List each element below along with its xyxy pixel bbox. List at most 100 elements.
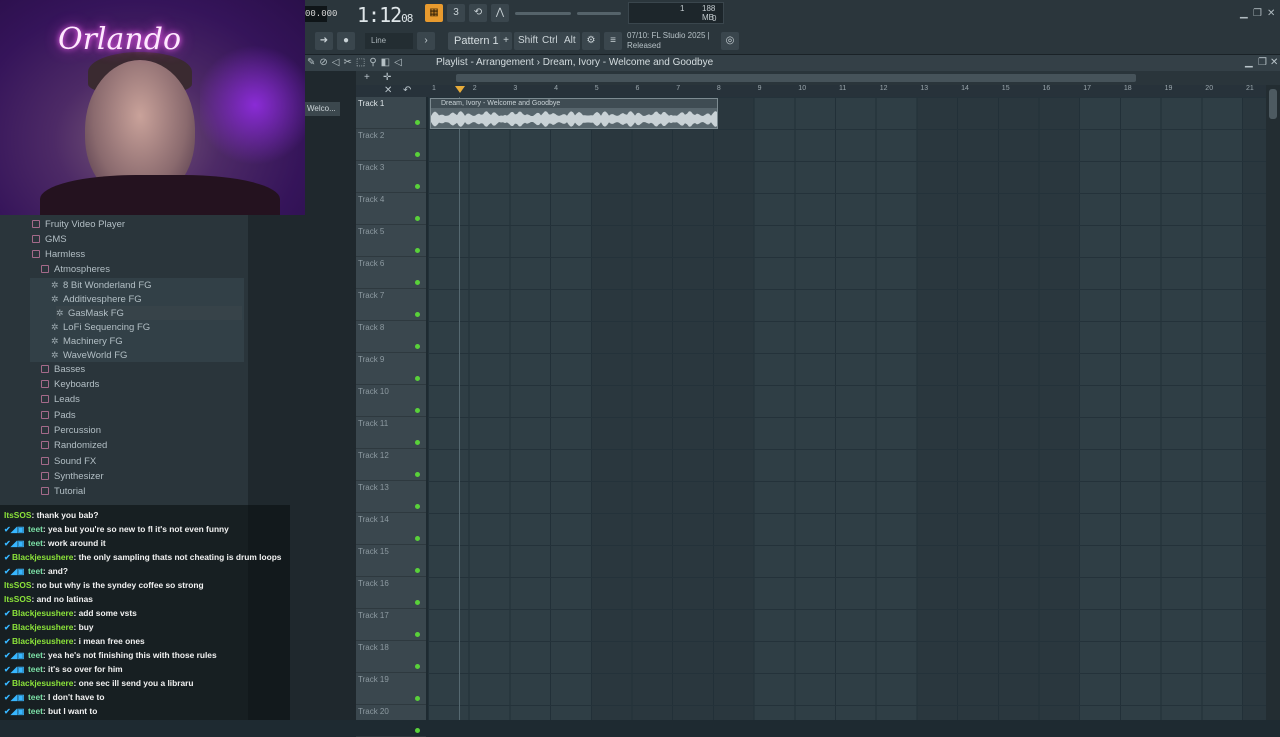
gear-icon[interactable]: ⚙ — [582, 32, 600, 50]
track-mute-led[interactable] — [415, 312, 420, 317]
chevron-right-icon[interactable]: › — [417, 32, 435, 50]
browser-preset[interactable]: ✲ Machinery FG — [51, 334, 123, 348]
song-position-marker[interactable] — [455, 86, 465, 93]
timeline-ruler[interactable]: 1 2 3 4 5 6 7 8 9 10 11 12 13 14 15 16 17 18 19 20 21 — [428, 85, 1266, 97]
track-mute-led[interactable] — [415, 664, 420, 669]
minimize-icon[interactable]: ▁ — [1245, 57, 1253, 68]
audio-clip[interactable]: Dream, Ivory - Welcome and Goodbye — [430, 98, 718, 129]
track-header[interactable]: Track 14 — [356, 513, 426, 545]
ctrl-key-button[interactable]: Ctrl — [538, 32, 562, 50]
track-header[interactable]: Track 17 — [356, 609, 426, 641]
track-mute-led[interactable] — [415, 472, 420, 477]
track-mute-led[interactable] — [415, 536, 420, 541]
loop-record-icon[interactable]: ⟲ — [469, 4, 487, 22]
track-mute-led[interactable] — [415, 696, 420, 701]
track-header[interactable]: Track 8 — [356, 321, 426, 353]
minimize-icon[interactable]: ▁ — [1240, 8, 1248, 19]
restore-icon[interactable]: ❐ — [1253, 8, 1262, 19]
track-mute-led[interactable] — [415, 248, 420, 253]
track-mute-led[interactable] — [415, 184, 420, 189]
track-header[interactable]: Track 6 — [356, 257, 426, 289]
metronome-icon[interactable]: ⋀ — [491, 4, 509, 22]
track-mute-led[interactable] — [415, 728, 420, 733]
tempo-display[interactable]: 00.000 — [305, 6, 337, 22]
play-tool-icon[interactable]: ◧ — [381, 57, 394, 68]
browser-item[interactable]: Keyboards — [41, 378, 99, 392]
track-header[interactable]: Track 3 — [356, 161, 426, 193]
countdown-icon[interactable]: 3 — [447, 4, 465, 22]
select-tool-icon[interactable]: ⬚ — [356, 57, 369, 68]
browser-item[interactable]: Harmless — [32, 248, 85, 262]
track-header[interactable]: Track 16 — [356, 577, 426, 609]
mic-icon[interactable]: ● — [337, 32, 355, 50]
track-mute-led[interactable] — [415, 504, 420, 509]
track-header[interactable]: Track 13 — [356, 481, 426, 513]
browser-item[interactable]: Fruity Video Player — [32, 218, 125, 232]
horizontal-scrollbar[interactable] — [456, 74, 1136, 82]
snap-icon[interactable]: ◁ — [394, 57, 406, 68]
track-header[interactable]: Track 2 — [356, 129, 426, 161]
track-header[interactable]: Track 20 — [356, 705, 426, 737]
browser-item[interactable]: Tutorial — [41, 485, 85, 499]
browser-item[interactable]: Percussion — [41, 424, 101, 438]
vertical-scrollbar[interactable] — [1266, 85, 1280, 720]
track-header[interactable]: Track 9 — [356, 353, 426, 385]
news-hint[interactable]: 07/10: FL Studio 2025 | Released — [627, 31, 710, 51]
browser-preset-selected[interactable]: ✲ GasMask FG — [56, 306, 242, 320]
close-icon[interactable]: ✕ — [1270, 57, 1278, 68]
add-pattern-icon[interactable]: + — [500, 32, 512, 50]
browser-item[interactable]: Basses — [41, 363, 85, 377]
song-position-clock[interactable]: 1:1208 — [357, 3, 413, 27]
crosshair-icon[interactable]: ✛ — [383, 72, 391, 83]
track-header[interactable]: Track 12 — [356, 449, 426, 481]
track-header[interactable]: Track 11 — [356, 417, 426, 449]
track-mute-led[interactable] — [415, 600, 420, 605]
close-track-icon[interactable]: ✕ — [384, 85, 392, 96]
track-header[interactable]: Track 10 — [356, 385, 426, 417]
browser-item[interactable]: Atmospheres — [41, 263, 110, 277]
track-header[interactable]: Track 15 — [356, 545, 426, 577]
master-volume-slider[interactable] — [515, 12, 571, 15]
zoom-tool-icon[interactable]: ⚲ — [369, 57, 380, 68]
track-mute-led[interactable] — [415, 152, 420, 157]
track-mute-led[interactable] — [415, 376, 420, 381]
track-header[interactable]: Track 18 — [356, 641, 426, 673]
browser-item[interactable]: GMS — [32, 233, 67, 247]
snap-selector[interactable]: Line — [365, 33, 413, 49]
mute-tool-icon[interactable]: ◁ — [332, 57, 344, 68]
mixer-icon[interactable]: ≡ — [604, 32, 622, 50]
close-icon[interactable]: ✕ — [1267, 8, 1275, 19]
clip-source-tag[interactable]: Welco... — [305, 102, 340, 116]
playlist-tools[interactable]: ✎⊘◁✂⬚⚲◧◁ — [307, 57, 406, 68]
track-mute-led[interactable] — [415, 280, 420, 285]
browser-preset[interactable]: ✲ 8 Bit Wonderland FG — [51, 278, 152, 292]
draw-tool-icon[interactable]: ✎ — [307, 57, 319, 68]
back-icon[interactable]: ↶ — [403, 85, 411, 96]
vertical-scroll-thumb[interactable] — [1269, 89, 1277, 119]
browser-item[interactable]: Leads — [41, 393, 80, 407]
browser-item[interactable]: Sound FX — [41, 455, 96, 469]
track-mute-led[interactable] — [415, 216, 420, 221]
track-header[interactable]: Track 4 — [356, 193, 426, 225]
track-mute-led[interactable] — [415, 408, 420, 413]
track-mute-led[interactable] — [415, 568, 420, 573]
arrangement-grid[interactable] — [428, 97, 1266, 720]
track-header[interactable]: Track 5 — [356, 225, 426, 257]
browser-preset[interactable]: ✲ LoFi Sequencing FG — [51, 320, 150, 334]
track-mute-led[interactable] — [415, 120, 420, 125]
track-header[interactable]: Track 7 — [356, 289, 426, 321]
restore-icon[interactable]: ❐ — [1258, 57, 1267, 68]
online-icon[interactable]: ◎ — [721, 32, 739, 50]
playlist-overview-bar[interactable]: + ✛ — [356, 71, 1280, 85]
arrow-right-icon[interactable]: ➜ — [315, 32, 333, 50]
browser-preset[interactable]: ✲ WaveWorld FG — [51, 348, 127, 362]
paint-tool-icon[interactable]: ⊘ — [319, 57, 331, 68]
browser-item[interactable]: Randomized — [41, 439, 107, 453]
alt-key-button[interactable]: Alt — [560, 32, 580, 50]
track-mute-led[interactable] — [415, 440, 420, 445]
pattern-song-toggle-icon[interactable]: ▦ — [425, 4, 443, 22]
master-pitch-slider[interactable] — [577, 12, 621, 15]
browser-item[interactable]: Synthesizer — [41, 470, 104, 484]
track-mute-led[interactable] — [415, 344, 420, 349]
track-mute-led[interactable] — [415, 632, 420, 637]
